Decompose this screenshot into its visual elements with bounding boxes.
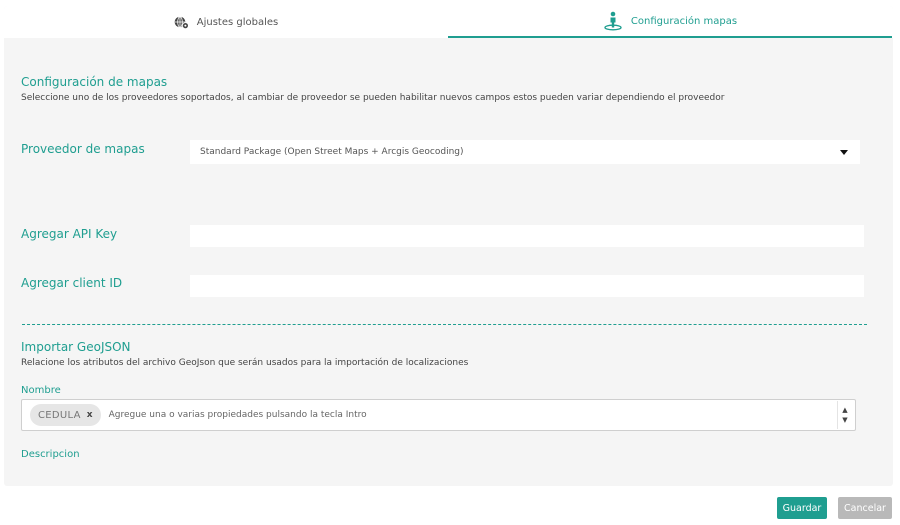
name-input-placeholder[interactable]: Agregue una o varias propiedades pulsand… <box>109 410 367 420</box>
api-key-input[interactable] <box>190 225 864 247</box>
tab-global-settings[interactable]: Ajustes globales <box>4 6 448 38</box>
cancel-button[interactable]: Cancelar <box>838 497 892 519</box>
settings-panel: Ajustes globales Configuración mapas Con… <box>4 6 893 486</box>
tab-global-settings-label: Ajustes globales <box>196 16 279 28</box>
name-tags-input[interactable]: CEDULA x Agregue una o varias propiedade… <box>21 399 856 431</box>
tab-bar: Ajustes globales Configuración mapas <box>4 6 893 38</box>
tag-remove-button[interactable]: x <box>87 410 93 420</box>
tag-label: CEDULA <box>38 409 81 421</box>
spinner-control[interactable]: ▲ ▼ <box>837 401 852 429</box>
client-id-input[interactable] <box>190 275 864 297</box>
client-id-label: Agregar client ID <box>21 276 123 290</box>
provider-select[interactable]: Standard Package (Open Street Maps + Arc… <box>190 140 860 164</box>
geojson-description: Relacione los atributos del archivo GeoJ… <box>21 358 469 368</box>
name-label: Nombre <box>21 385 61 396</box>
api-key-label: Agregar API Key <box>21 227 118 241</box>
geojson-title: Importar GeoJSON <box>21 340 131 354</box>
globe-gear-icon <box>174 15 189 29</box>
caret-down-icon <box>840 150 848 155</box>
map-pin-person-icon <box>603 11 623 31</box>
spinner-up-icon[interactable]: ▲ <box>842 405 847 415</box>
spinner-down-icon[interactable]: ▼ <box>842 415 847 425</box>
section-divider <box>22 324 867 325</box>
description-label: Descripcion <box>21 449 80 460</box>
provider-label: Proveedor de mapas <box>21 142 145 156</box>
map-config-title: Configuración de mapas <box>21 75 168 89</box>
tag-chip: CEDULA x <box>30 404 101 426</box>
map-config-description: Seleccione uno de los proveedores soport… <box>21 93 725 103</box>
provider-value: Standard Package (Open Street Maps + Arc… <box>200 147 464 157</box>
save-button[interactable]: Guardar <box>777 497 827 519</box>
tab-map-config[interactable]: Configuración mapas <box>448 6 892 38</box>
tab-map-config-label: Configuración mapas <box>630 15 738 27</box>
